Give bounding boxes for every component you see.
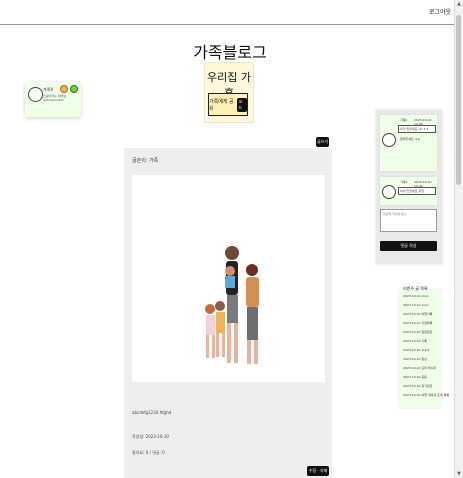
page-title: 가족블로그 xyxy=(193,43,267,62)
profile-name: 가족4 xyxy=(43,87,53,92)
orange-badge-icon xyxy=(60,85,68,93)
list-item[interactable]: 2023-10-10 ㅎㅎㅎ xyxy=(403,348,430,352)
list-item[interactable]: 2023-10-10 여행기록 xyxy=(403,312,432,316)
list-item[interactable]: 2023-10-10 기록 xyxy=(403,339,427,343)
new-post-button[interactable]: 글쓰기 xyxy=(316,137,329,147)
family-illustration xyxy=(132,175,325,382)
profile-card: 가족4 안녕이라는 이메일 asdsdsdsdsds xyxy=(25,82,81,117)
list-item[interactable]: 2023-10-10 요리 레시피 xyxy=(403,366,436,370)
post-edit-button[interactable]: 수정 · 삭제 xyxy=(307,466,329,476)
list-item[interactable]: 2023-10-10 운동 xyxy=(403,375,427,379)
scroll-up-icon[interactable]: ▲ xyxy=(456,1,462,7)
scroll-down-icon[interactable]: ▼ xyxy=(456,471,462,477)
profile-details: 안녕이라는 이메일 asdsdsdsdsds xyxy=(43,94,66,102)
comments-panel: 가족1 2023-10-10 10:00 이거 맛있네요 (3) 3.3 알려주… xyxy=(376,110,442,264)
scroll-thumb[interactable] xyxy=(456,15,461,185)
list-item[interactable]: 2023-10-10 할일목록 xyxy=(403,321,432,325)
list-item[interactable]: 2023-10-10 여행 계획과 준비 목록 xyxy=(403,393,449,397)
recent-list-title: 이번주 글 목록 xyxy=(403,286,428,291)
list-item[interactable]: 2023-10-10 일상 xyxy=(403,357,427,361)
comment-author: 가족1 xyxy=(400,118,408,122)
list-item[interactable]: 2023-10-10 휴가관련 xyxy=(403,384,432,388)
comment-submit-button[interactable]: 댓글 작성 xyxy=(380,241,437,251)
avatar xyxy=(28,87,43,102)
list-item[interactable]: 2023-10-10 일정관련 xyxy=(403,330,432,334)
list-item[interactable]: 2023-10-10 xxxx xyxy=(403,294,429,298)
post-image xyxy=(132,175,325,382)
post-likes: 좋아요: 0 / 댓글: 0 xyxy=(132,450,165,455)
post-date: 작성일: 2023-10-10 xyxy=(132,434,169,439)
top-bar: 로그아웃 xyxy=(0,0,455,25)
post-body: abcdefg1234 hfghd xyxy=(132,410,172,415)
comment-author: 가족1 xyxy=(400,180,408,184)
green-badge-icon xyxy=(70,85,78,93)
post-card: 글쓴이: 가족 abcdefg1234 hfghd 작성일: 2023-10-1… xyxy=(124,148,332,478)
invite-code-badge: 코드 xyxy=(236,97,247,112)
comment-extra: 알려주세요 ㅎㅎ xyxy=(400,137,421,141)
comment-text: 아이 맛있네요 추천 xyxy=(400,189,424,193)
logout-link[interactable]: 로그아웃 xyxy=(429,7,451,16)
recent-post-list: 이번주 글 목록 2023-10-10 xxxx 2023-10-10 xxxx… xyxy=(399,286,449,408)
comment-input[interactable]: 댓글을 작성하세요... xyxy=(380,209,437,232)
profile-badges xyxy=(60,85,78,93)
list-item[interactable]: 2023-10-10 xxxx xyxy=(403,303,429,307)
avatar xyxy=(382,133,396,147)
avatar xyxy=(382,185,396,199)
invite-label: 가족에게 공유 xyxy=(209,98,234,112)
vertical-scrollbar[interactable]: ▲ ▼ xyxy=(454,0,463,478)
comment-item: 가족1 2023-10-10 10:00 이거 맛있네요 (3) 3.3 알려주… xyxy=(380,115,437,171)
post-author: 글쓴이: 가족 xyxy=(132,158,159,164)
comment-text: 이거 맛있네요 (3) 3.3 xyxy=(400,127,429,131)
profile-id: asdsdsdsdsds xyxy=(43,98,64,102)
invite-button[interactable]: 가족에게 공유 코드 xyxy=(208,93,248,116)
comment-item: 가족1 2023-10-10 10:00 아이 맛있네요 추천 xyxy=(380,177,437,205)
